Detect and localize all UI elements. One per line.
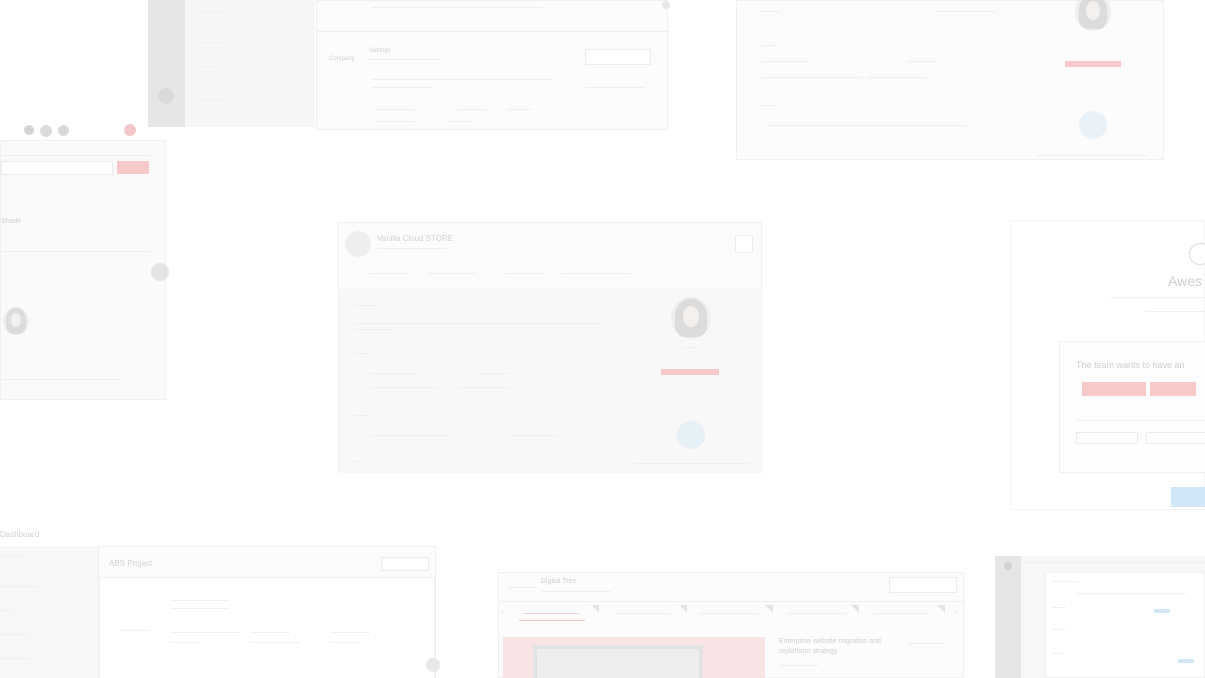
dialog-prompt: The team wants to have an: [1076, 360, 1185, 370]
center-action-circle[interactable]: [677, 421, 705, 449]
top-center-label-a: Company: [329, 56, 355, 62]
story-follow-button[interactable]: [889, 577, 957, 593]
dashboard-title: Dashboard: [0, 530, 40, 539]
center-close-button[interactable]: [735, 235, 753, 253]
laptop-illustration: [533, 645, 703, 678]
story-thumbnail[interactable]: [503, 637, 765, 678]
top-right-action-circle[interactable]: [1079, 111, 1107, 139]
left-clipped-panel: Shade: [0, 140, 169, 400]
top-right-avatar: [1075, 0, 1111, 31]
story-card: Digital Trex ‹ › Enterprise website migr…: [498, 572, 965, 678]
dashboard-big-number: ​: [132, 604, 144, 618]
story-tab-active-indicator: [519, 620, 585, 621]
dialog-secondary-button[interactable]: [1150, 382, 1196, 396]
dashboard-main: ABS Project ​: [98, 546, 440, 678]
bottom-right-button[interactable]: [1178, 659, 1194, 663]
dashboard-corner-avatar: [426, 658, 440, 672]
left-search-button[interactable]: [117, 161, 149, 174]
dashboard-project-title: ABS Project: [109, 559, 153, 568]
store-title: Vanilla Cloud STORE: [377, 234, 454, 243]
center-profile-card: Vanilla Cloud STORE: [338, 222, 763, 473]
store-logo-icon: [345, 231, 371, 257]
facebook-icon[interactable]: [24, 125, 34, 135]
dialog-confirm-button[interactable]: [1171, 487, 1205, 507]
notification-icon[interactable]: [124, 124, 136, 136]
top-center-card: Company Settings: [316, 0, 670, 130]
center-profile-avatar: [671, 297, 711, 339]
dialog-title: Awes: [1168, 273, 1202, 289]
dialog-inner-card: The team wants to have an: [1059, 341, 1205, 473]
dialog-option-a[interactable]: [1076, 432, 1138, 444]
left-panel-label: Shade: [1, 218, 22, 225]
story-company-title: Digital Trex: [541, 578, 577, 585]
top-center-corner-icon[interactable]: [662, 1, 670, 9]
top-left-sidebar-avatar[interactable]: [158, 88, 174, 104]
left-panel-avatar: [3, 307, 29, 335]
bottom-right-dark-sidebar: [995, 556, 1021, 678]
story-tab-prev-icon[interactable]: ‹: [501, 609, 503, 617]
linkedin-icon[interactable]: [58, 125, 69, 136]
dialog-primary-button[interactable]: [1082, 382, 1146, 396]
top-right-status-badge: [1065, 61, 1121, 67]
top-right-card: [736, 0, 1164, 160]
top-center-label-b: Settings: [369, 48, 391, 54]
right-dialog: Awes The team wants to have an: [1010, 220, 1205, 510]
top-left-nav-panel: [185, 0, 315, 127]
top-center-action-button[interactable]: [585, 49, 651, 65]
top-left-dark-sidebar: [148, 0, 185, 127]
bottom-right-app-frame: [1021, 556, 1205, 678]
google-icon[interactable]: [40, 125, 52, 137]
bottom-right-chip[interactable]: [1154, 609, 1170, 613]
dialog-option-b[interactable]: [1146, 432, 1205, 444]
left-search-field[interactable]: [1, 161, 113, 175]
dashboard-action-button[interactable]: [381, 557, 429, 571]
center-status-badge: [661, 369, 719, 375]
dashboard-sidebar: [0, 546, 98, 678]
story-headline[interactable]: Enterprise website migration and replatf…: [779, 637, 899, 657]
story-tab-next-icon[interactable]: ›: [955, 609, 957, 617]
success-check-icon: [1189, 243, 1205, 265]
left-panel-small-avatar: [151, 263, 169, 281]
